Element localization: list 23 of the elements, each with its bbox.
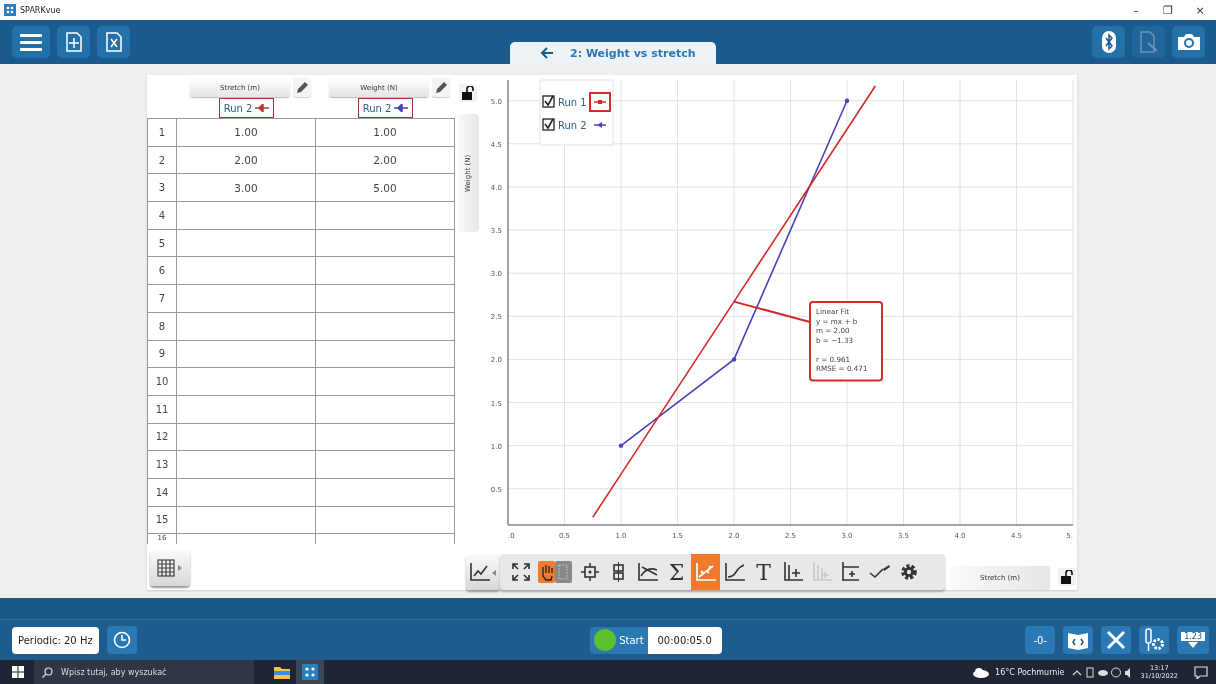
row-number: 14 — [147, 478, 177, 506]
row-number: 4 — [147, 202, 177, 229]
row-number: 2 — [147, 146, 177, 174]
weather-text: 16°C Pochmurnie — [995, 667, 1065, 677]
run-label: Run 2 — [362, 102, 392, 114]
page-title: 2: Weight vs stretch — [570, 46, 696, 60]
row-number: 10 — [147, 368, 177, 395]
row-number: 9 — [147, 340, 177, 368]
row-number: 1 — [147, 119, 177, 146]
row-number: 15 — [147, 506, 177, 534]
row-number: 8 — [147, 312, 177, 340]
run-label: Run 2 — [223, 102, 253, 114]
row-number: 11 — [147, 395, 177, 423]
row-number: 5 — [147, 229, 177, 257]
elapsed-time: 00:00:05.0 — [647, 626, 722, 654]
window-title: SPARKvue — [20, 5, 61, 15]
row-number: 6 — [147, 257, 177, 285]
legend-label: Run 2 — [558, 120, 587, 131]
legend-label: Run 1 — [558, 97, 587, 108]
row-number: 13 — [147, 451, 177, 478]
row-number: 12 — [147, 423, 177, 451]
row-number: 3 — [147, 174, 177, 202]
row-number: 7 — [147, 285, 177, 312]
